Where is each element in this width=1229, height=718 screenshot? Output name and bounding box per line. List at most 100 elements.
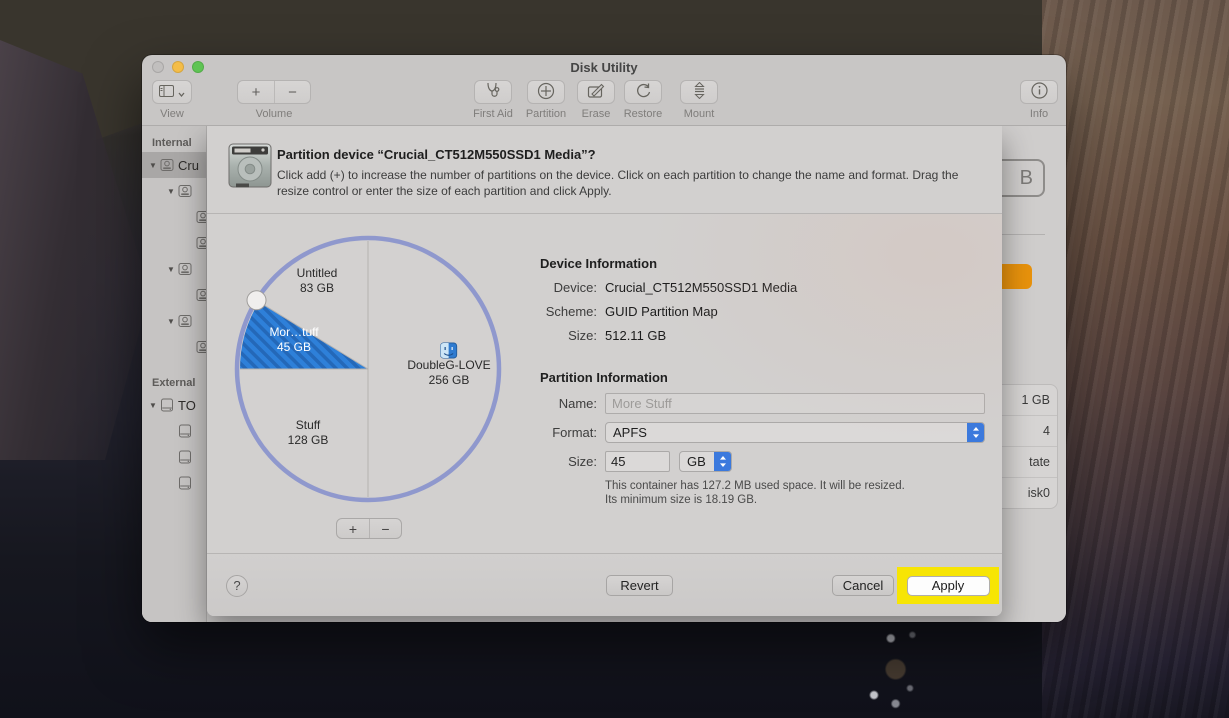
- pie-slice-size-mor-tuff: 45 GB: [277, 340, 311, 354]
- external-disk-icon: [178, 476, 192, 490]
- sidebar-item[interactable]: [142, 230, 206, 256]
- add-partition-button[interactable]: +: [337, 519, 369, 538]
- external-disk-icon: [178, 424, 192, 438]
- mount-button[interactable]: [680, 80, 718, 104]
- device-info-row: Scheme:GUID Partition Map: [540, 301, 718, 321]
- name-row: Name:: [540, 393, 597, 414]
- wallpaper-ocean-rock: [838, 628, 958, 714]
- pie-slice-name-stuff: Stuff: [296, 418, 321, 432]
- pie-slice-size-doubleg-love: 256 GB: [429, 373, 470, 387]
- partition-sheet: Partition device “Crucial_CT512M550SSD1 …: [207, 126, 1002, 616]
- window-content: Internal▼Cru▼▼▼External▼TO B 1 GB4tateis…: [142, 125, 1066, 622]
- erase-button[interactable]: [577, 80, 615, 104]
- partition-pie-icon: [537, 82, 555, 103]
- size-label: Size:: [540, 454, 597, 469]
- resize-note-line1: This container has 127.2 MB used space. …: [605, 480, 905, 492]
- name-input[interactable]: [605, 393, 985, 414]
- sidebar-item[interactable]: ▼: [142, 178, 206, 204]
- partition-pie-chart: DoubleG-LOVE256 GB Stuff128 GB Mor…tuff45 …: [228, 229, 508, 509]
- device-info-value: GUID Partition Map: [605, 304, 718, 319]
- erase-label: Erase: [571, 108, 621, 120]
- mount-icon: [693, 82, 706, 102]
- device-info-label: Device:: [540, 280, 597, 295]
- format-select[interactable]: APFS: [605, 422, 985, 443]
- info-label: Info: [1014, 108, 1064, 120]
- size-input[interactable]: [605, 451, 670, 472]
- remove-volume-button[interactable]: −: [274, 81, 310, 103]
- pie-slice-name-untitled: Untitled: [297, 266, 338, 280]
- erase-icon: [587, 83, 605, 102]
- help-button[interactable]: ?: [226, 575, 248, 597]
- sidebar-item[interactable]: [142, 282, 206, 308]
- sheet-title: Partition device “Crucial_CT512M550SSD1 …: [277, 147, 596, 162]
- resize-note-line2: Its minimum size is 18.19 GB.: [605, 494, 757, 506]
- device-info-row: Size:512.11 GB: [540, 325, 666, 345]
- internal-disk-icon: [196, 288, 207, 302]
- pie-slice-size-untitled: 83 GB: [300, 281, 334, 295]
- remove-partition-button[interactable]: −: [369, 519, 401, 538]
- mount-label: Mount: [674, 108, 724, 120]
- sidebar-section-header-internal: Internal: [142, 134, 206, 152]
- cancel-button[interactable]: Cancel: [832, 575, 894, 596]
- name-label: Name:: [540, 396, 597, 411]
- first-aid-label: First Aid: [468, 108, 518, 120]
- sidebar-item[interactable]: ▼: [142, 308, 206, 334]
- restore-arrow-icon: [635, 82, 652, 102]
- device-info-row: Device:Crucial_CT512M550SSD1 Media: [540, 277, 797, 297]
- hard-drive-icon: [227, 142, 273, 195]
- size-unit-select[interactable]: GB: [679, 451, 732, 472]
- restore-label: Restore: [618, 108, 668, 120]
- partition-resize-handle[interactable]: [247, 291, 266, 310]
- partition-label: Partition: [521, 108, 571, 120]
- sidebar-item[interactable]: [142, 444, 206, 470]
- add-volume-button[interactable]: +: [238, 81, 274, 103]
- device-information-heading: Device Information: [540, 256, 657, 271]
- sidebar-section-header-external: External: [142, 374, 206, 392]
- sidebar-item[interactable]: [142, 470, 206, 496]
- disclosure-triangle-icon[interactable]: ▼: [148, 161, 158, 170]
- sidebar-item-cru[interactable]: ▼Cru: [142, 152, 206, 178]
- sheet-footer: ? Revert Cancel Apply: [207, 553, 1002, 616]
- info-button[interactable]: [1020, 80, 1058, 104]
- format-label: Format:: [540, 425, 597, 440]
- sidebar-item[interactable]: [142, 204, 206, 230]
- stepper-chevrons-icon: [714, 452, 731, 471]
- apply-highlight-annotation: Apply: [897, 567, 999, 604]
- partition-button[interactable]: [527, 80, 565, 104]
- internal-disk-icon: [178, 262, 192, 276]
- revert-button[interactable]: Revert: [606, 575, 673, 596]
- apply-button[interactable]: Apply: [907, 576, 990, 596]
- sheet-description: Click add (+) to increase the number of …: [277, 167, 985, 199]
- sidebar-view-icon: [159, 84, 174, 100]
- pie-slice-name-doubleg-love: DoubleG-LOVE: [407, 358, 490, 372]
- disk-utility-window: Disk Utility View + − Volume First Aid: [142, 55, 1066, 622]
- volume-finder-icon: [441, 343, 457, 358]
- chevron-down-icon: [178, 84, 185, 100]
- internal-disk-icon: [178, 314, 192, 328]
- size-unit-value: GB: [680, 454, 714, 469]
- first-aid-button[interactable]: [474, 80, 512, 104]
- stepper-chevrons-icon: [967, 423, 984, 442]
- pie-slice-name-mor-tuff: Mor…tuff: [269, 325, 319, 339]
- view-label: View: [152, 108, 192, 120]
- format-row: Format:: [540, 422, 597, 443]
- sidebar: Internal▼Cru▼▼▼External▼TO: [142, 126, 207, 622]
- partition-information-heading: Partition Information: [540, 370, 668, 385]
- sidebar-item-to[interactable]: ▼TO: [142, 392, 206, 418]
- sidebar-item[interactable]: ▼: [142, 256, 206, 282]
- disclosure-triangle-icon[interactable]: ▼: [166, 265, 176, 274]
- internal-disk-icon: [196, 236, 207, 250]
- view-button[interactable]: [152, 80, 192, 104]
- size-row: Size:: [540, 451, 597, 472]
- pie-slice-size-stuff: 128 GB: [288, 433, 329, 447]
- sidebar-item[interactable]: [142, 334, 206, 360]
- disclosure-triangle-icon[interactable]: ▼: [166, 187, 176, 196]
- volume-label: Volume: [237, 108, 311, 120]
- window-chrome: Disk Utility View + − Volume First Aid: [142, 55, 1066, 125]
- sidebar-item[interactable]: [142, 418, 206, 444]
- disclosure-triangle-icon[interactable]: ▼: [166, 317, 176, 326]
- restore-button[interactable]: [624, 80, 662, 104]
- format-value: APFS: [606, 425, 967, 440]
- disclosure-triangle-icon[interactable]: ▼: [148, 401, 158, 410]
- internal-disk-icon: [196, 340, 207, 354]
